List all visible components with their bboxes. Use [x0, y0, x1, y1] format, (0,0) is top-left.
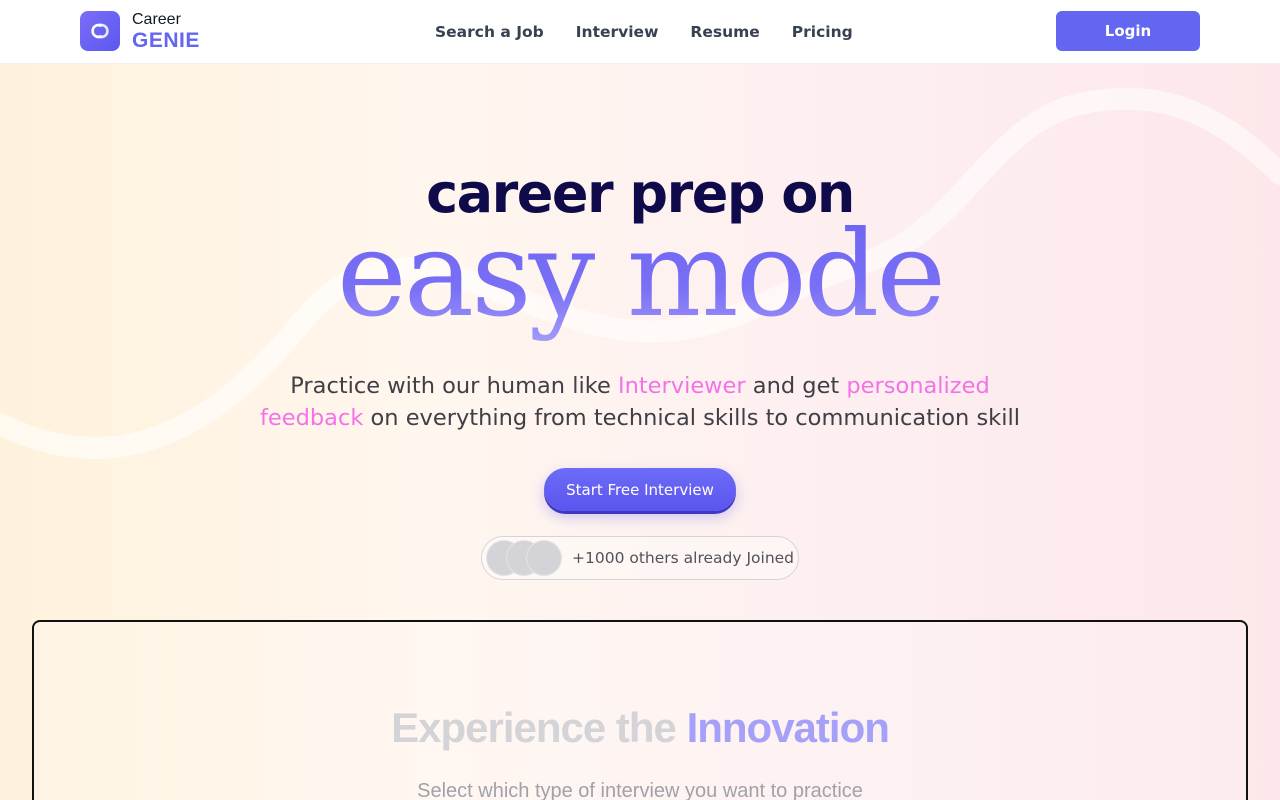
hero-highlight-interviewer: Interviewer — [617, 373, 746, 399]
login-button[interactable]: Login — [1056, 11, 1200, 51]
innovation-subtitle: Select which type of interview you want … — [417, 780, 863, 800]
innovation-title-accent: Innovation — [686, 704, 890, 751]
brand-name-top: Career — [132, 10, 181, 28]
innovation-title: Experience the Innovation — [34, 704, 1246, 752]
avatar — [526, 540, 562, 576]
brand-name: Career GENIE — [132, 10, 200, 52]
nav-interview[interactable]: Interview — [576, 23, 659, 41]
hero-subtitle: Practice with our human like Interviewer… — [240, 370, 1040, 434]
innovation-card: Experience the Innovation Select which t… — [32, 620, 1248, 800]
main-nav: Search a Job Interview Resume Pricing — [435, 0, 853, 64]
nav-resume[interactable]: Resume — [690, 23, 759, 41]
link-loop-icon — [80, 11, 120, 51]
brand-name-bottom: GENIE — [132, 28, 200, 52]
joined-count-text: +1000 others already Joined — [572, 549, 795, 567]
brand-logo[interactable]: Career GENIE — [80, 11, 200, 51]
hero-subtitle-text-2: and get — [745, 373, 847, 399]
top-navbar: Career GENIE Search a Job Interview Resu… — [0, 0, 1280, 64]
joined-users-badge: +1000 others already Joined — [481, 536, 799, 580]
hero-section: career prep on easy mode Practice with o… — [0, 64, 1280, 800]
avatar-stack — [486, 540, 566, 576]
hero-subtitle-text-1: Practice with our human like — [290, 373, 618, 399]
hero-title-line2: easy mode — [0, 204, 1280, 346]
innovation-title-prefix: Experience the — [391, 704, 687, 751]
start-free-interview-button[interactable]: Start Free Interview — [544, 468, 736, 511]
nav-search-job[interactable]: Search a Job — [435, 23, 544, 41]
hero-subtitle-text-3: on everything from technical skills to c… — [363, 405, 1020, 431]
nav-pricing[interactable]: Pricing — [792, 23, 853, 41]
